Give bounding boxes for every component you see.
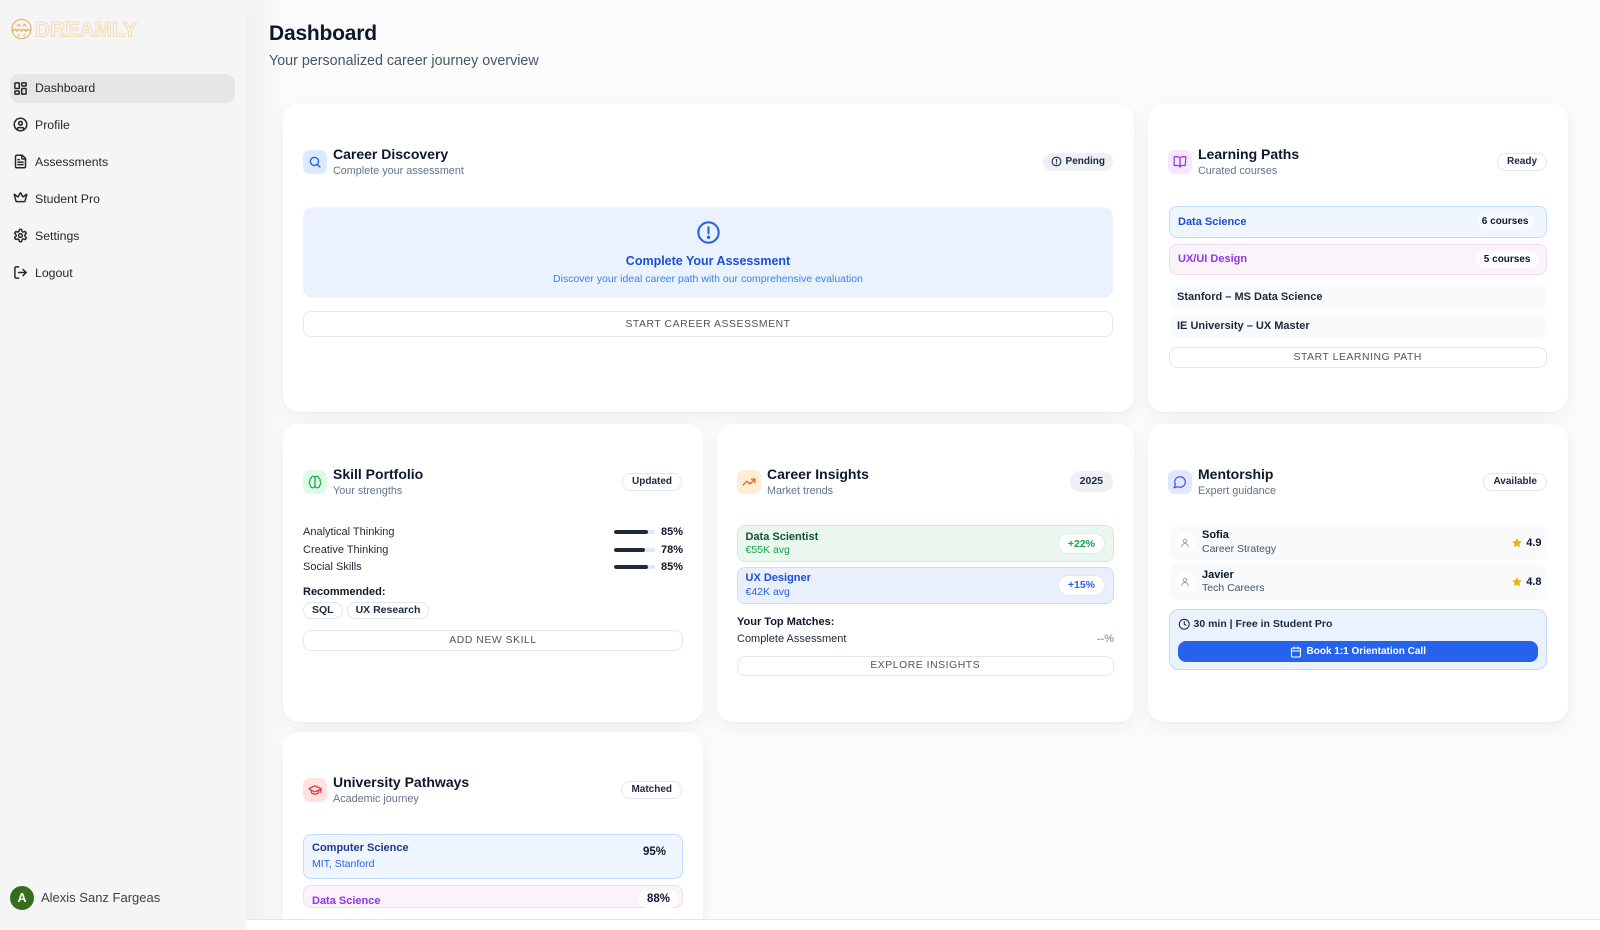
svg-text:DREAMLY: DREAMLY: [35, 19, 137, 42]
